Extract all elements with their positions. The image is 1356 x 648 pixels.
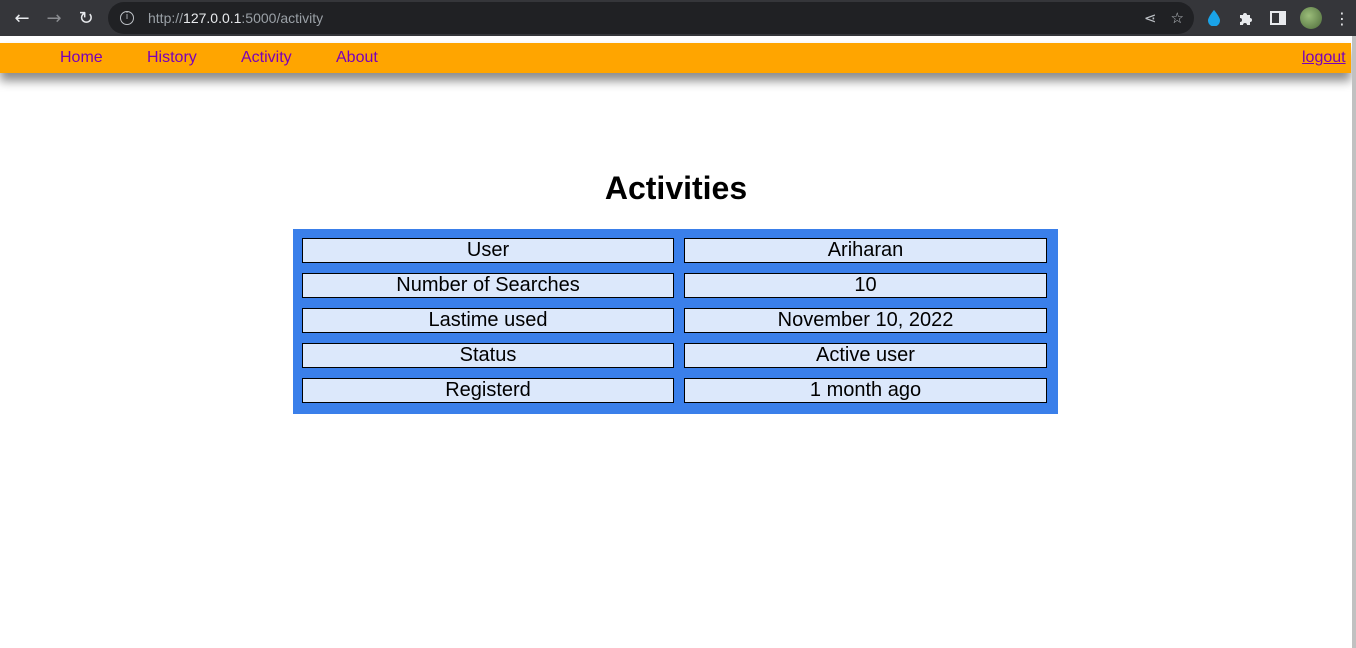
nav-history-link[interactable]: History [147,49,197,67]
page-title: Activities [604,170,748,206]
profile-avatar[interactable] [1300,7,1322,29]
table-row: Lastime used November 10, 2022 [302,308,1049,333]
row-key-registered: Registerd [302,378,674,403]
info-icon[interactable]: i [120,11,134,25]
url-text[interactable]: http://127.0.0.1:5000/activity [148,10,323,26]
table-row: User Ariharan [302,238,1049,263]
droplet-icon[interactable] [1204,8,1224,28]
url-prefix: http:// [148,10,184,26]
browser-menu-icon[interactable]: ⋮ [1334,9,1350,28]
row-value-status: Active user [684,343,1047,368]
table-row: Registerd 1 month ago [302,378,1049,403]
row-key-status: Status [302,343,674,368]
row-key-user: User [302,238,674,263]
back-icon[interactable]: ← [6,2,38,34]
nav-activity-link[interactable]: Activity [241,49,292,67]
page-scrollbar[interactable] [1352,36,1356,648]
row-value-registered: 1 month ago [684,378,1047,403]
row-key-searches: Number of Searches [302,273,674,298]
table-row: Status Active user [302,343,1049,368]
table-row: Number of Searches 10 [302,273,1049,298]
url-host: 127.0.0.1 [183,10,242,26]
url-path: :5000/activity [241,10,324,26]
nav-home-link[interactable]: Home [60,49,103,67]
puzzle-icon[interactable] [1236,8,1256,28]
share-icon[interactable]: ⋖ [1144,9,1157,27]
row-value-lastused: November 10, 2022 [684,308,1047,333]
sidepanel-icon[interactable] [1268,8,1288,28]
activity-table: User Ariharan Number of Searches 10 Last… [293,229,1058,414]
site-navbar: Home History Activity About logout [0,43,1351,73]
browser-toolbar: ← → ↻ i http://127.0.0.1:5000/activity ⋖… [0,0,1356,36]
row-key-lastused: Lastime used [302,308,674,333]
star-icon[interactable]: ☆ [1171,9,1184,27]
reload-icon[interactable]: ↻ [70,2,102,34]
row-value-searches: 10 [684,273,1047,298]
address-bar[interactable]: i http://127.0.0.1:5000/activity ⋖ ☆ [108,2,1194,34]
logout-link[interactable]: logout [1302,49,1346,67]
nav-about-link[interactable]: About [336,49,378,67]
forward-icon[interactable]: → [38,2,70,34]
row-value-user: Ariharan [684,238,1047,263]
